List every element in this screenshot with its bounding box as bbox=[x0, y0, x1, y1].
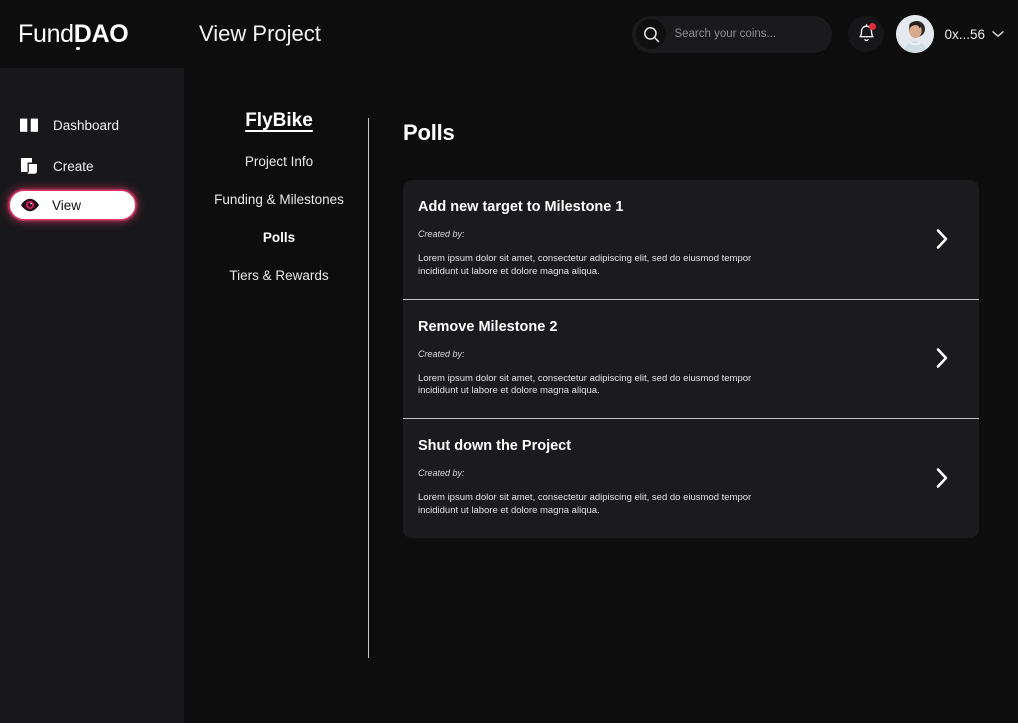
poll-title: Shut down the Project bbox=[418, 438, 572, 455]
project-tab-funding-milestones[interactable]: Funding & Milestones bbox=[199, 192, 359, 209]
sidebar-logo-area: FundDAO bbox=[0, 0, 184, 68]
section-heading: Polls bbox=[403, 120, 455, 145]
chevron-right-icon[interactable] bbox=[929, 465, 955, 491]
project-nav: FlyBike Project Info Funding & Milestone… bbox=[199, 110, 359, 306]
header-actions: 0x...56 bbox=[632, 15, 1018, 53]
poll-content: Shut down the Project Created by: Lorem … bbox=[418, 438, 917, 518]
sidebar-item-label: View bbox=[52, 197, 82, 213]
scroll-icon bbox=[18, 155, 40, 177]
app-logo[interactable]: FundDAO bbox=[18, 19, 129, 50]
search-input[interactable] bbox=[674, 28, 815, 40]
vertical-divider bbox=[368, 118, 369, 658]
top-header: View Project Search your coins... 0x...5… bbox=[184, 0, 1018, 68]
logo-text-bold: DAO bbox=[73, 19, 129, 48]
eye-icon bbox=[19, 194, 41, 216]
logo-dot bbox=[76, 46, 80, 50]
project-tab-project-info[interactable]: Project Info bbox=[199, 154, 359, 171]
project-tab-tiers-rewards[interactable]: Tiers & Rewards bbox=[199, 268, 359, 285]
poll-item[interactable]: Add new target to Milestone 1 Created by… bbox=[403, 180, 979, 299]
sidebar: FundDAO Dashboard Create View bbox=[0, 0, 184, 723]
sidebar-item-label: Dashboard bbox=[53, 117, 120, 133]
poll-content: Add new target to Milestone 1 Created by… bbox=[418, 199, 917, 279]
search-icon[interactable] bbox=[636, 19, 667, 49]
app-root: FundDAO Dashboard Create View View Proje… bbox=[0, 0, 1018, 723]
sidebar-item-dashboard[interactable]: Dashboard bbox=[0, 108, 184, 142]
poll-title: Add new target to Milestone 1 bbox=[418, 199, 624, 215]
poll-created-by: Created by: bbox=[418, 468, 465, 479]
account-menu[interactable]: 0x...56 bbox=[944, 27, 1004, 42]
sidebar-item-create[interactable]: Create bbox=[0, 149, 184, 183]
chevron-right-icon[interactable] bbox=[929, 226, 955, 252]
sidebar-nav: Dashboard Create View bbox=[0, 68, 184, 220]
poll-created-by: Created by: bbox=[418, 348, 465, 359]
wallet-address: 0x...56 bbox=[944, 26, 985, 42]
notifications-button[interactable] bbox=[848, 16, 885, 52]
poll-description: Lorem ipsum dolor sit amet, consectetur … bbox=[418, 253, 752, 277]
search-box[interactable] bbox=[632, 15, 833, 53]
sidebar-item-view[interactable]: View bbox=[9, 190, 136, 220]
avatar[interactable] bbox=[896, 15, 935, 53]
main-content: Polls Add new target to Milestone 1 Crea… bbox=[403, 120, 979, 538]
project-name[interactable]: FlyBike bbox=[245, 110, 313, 132]
poll-title: Remove Milestone 2 bbox=[418, 318, 558, 335]
chevron-down-icon[interactable] bbox=[992, 30, 1004, 38]
sidebar-item-label: Create bbox=[53, 158, 94, 174]
poll-item[interactable]: Shut down the Project Created by: Lorem … bbox=[403, 418, 979, 538]
chevron-right-icon[interactable] bbox=[929, 345, 955, 371]
poll-content: Remove Milestone 2 Created by: Lorem ips… bbox=[418, 319, 917, 399]
book-icon bbox=[18, 114, 40, 136]
page-title: View Project bbox=[199, 21, 321, 46]
poll-description: Lorem ipsum dolor sit amet, consectetur … bbox=[418, 372, 752, 397]
poll-description: Lorem ipsum dolor sit amet, consectetur … bbox=[418, 492, 752, 517]
poll-item[interactable]: Remove Milestone 2 Created by: Lorem ips… bbox=[403, 298, 979, 419]
logo-text-light: Fund bbox=[18, 19, 74, 48]
polls-list: Add new target to Milestone 1 Created by… bbox=[403, 180, 979, 538]
project-tab-polls[interactable]: Polls bbox=[199, 230, 359, 247]
poll-created-by: Created by: bbox=[418, 229, 465, 239]
